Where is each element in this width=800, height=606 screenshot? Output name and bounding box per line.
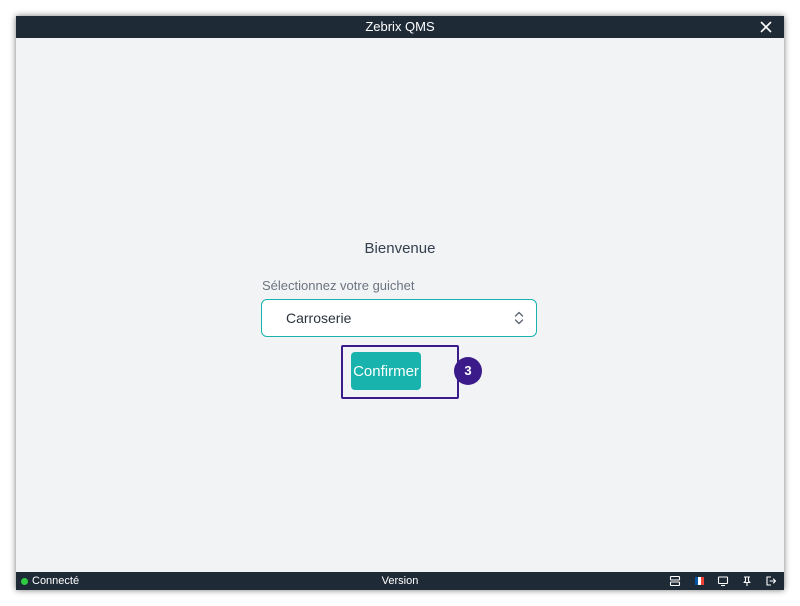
close-button[interactable] [760,16,776,38]
pin-icon[interactable] [740,574,754,588]
logout-icon[interactable] [764,574,778,588]
chevron-up-down-icon [514,311,524,325]
window-title: Zebrix QMS [365,19,435,34]
close-icon [760,21,772,33]
counter-select-value: Carroserie [286,310,352,326]
status-bar: Connecté Version [16,572,784,590]
screen-icon[interactable] [716,574,730,588]
welcome-heading: Bienvenue [364,240,436,257]
counter-select-label: Sélectionnez votre guichet [262,278,415,293]
status-icons [658,572,778,590]
confirm-button[interactable]: Confirmer [351,352,421,390]
step-badge: 3 [454,357,482,385]
counter-select[interactable]: Carroserie [261,299,537,337]
title-bar: Zebrix QMS [16,16,784,38]
app-window: Zebrix QMS Bienvenue Sélectionnez votre … [16,16,784,590]
flag-fr-icon[interactable] [692,574,706,588]
server-icon[interactable] [668,574,682,588]
